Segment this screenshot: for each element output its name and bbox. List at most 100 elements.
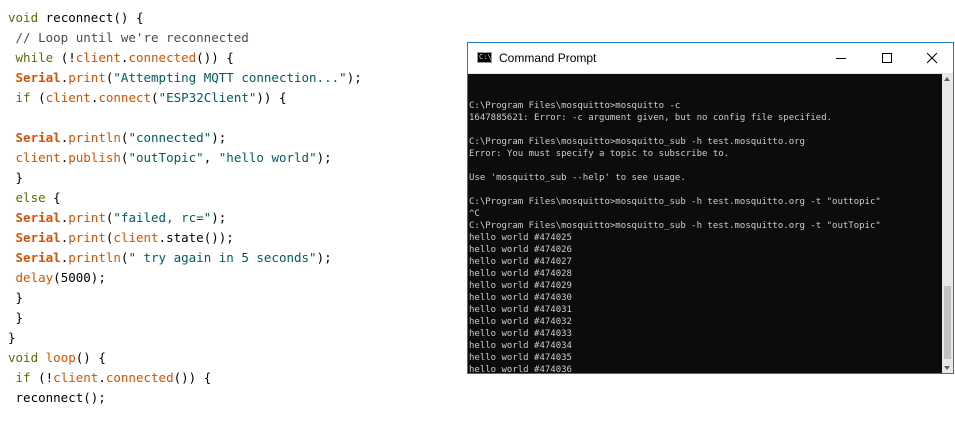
code-line: if (client.connect("ESP32Client")) { (8, 88, 287, 108)
console-line: C:\Program Files\mosquitto>mosquitto_sub… (469, 197, 881, 207)
code-token: } (8, 310, 24, 325)
code-token: , (203, 150, 219, 165)
code-token: print (68, 230, 106, 245)
code-token: "hello world" (218, 150, 317, 165)
console-line: C:\Program Files\mosquitto>mosquitto_sub… (469, 137, 805, 147)
code-line: } (8, 328, 16, 348)
code-line: Serial.print(client.state()); (8, 228, 234, 248)
code-token: // Loop until we're reconnected (8, 30, 249, 45)
console-line: hello world #474029 (469, 281, 572, 291)
title-bar[interactable]: C:\ Command Prompt (468, 43, 953, 74)
console-line: Error: You must specify a topic to subsc… (469, 149, 730, 159)
code-line: } (8, 168, 24, 188)
code-token: (! (53, 50, 76, 65)
code-token: "connected" (128, 130, 212, 145)
code-token: if (15, 90, 31, 105)
code-line: delay(5000); (8, 268, 106, 288)
console-line: hello world #474025 (469, 233, 572, 243)
console-line: hello world #474026 (469, 245, 572, 255)
code-token: .state()); (158, 230, 234, 245)
console-line: Use 'mosquitto_sub --help' to see usage. (469, 173, 686, 183)
code-line: void loop() { (8, 348, 106, 368)
console-line: ^C (469, 209, 480, 219)
code-token: Serial (15, 230, 61, 245)
command-prompt-window[interactable]: C:\ Command Prompt C:\Program Files\mosq… (467, 42, 954, 374)
code-token: publish (68, 150, 121, 165)
code-token: (5000); (53, 270, 106, 285)
code-line: } (8, 308, 24, 328)
scroll-up-arrow-icon[interactable] (944, 77, 950, 81)
code-token: { (45, 190, 61, 205)
code-line: Serial.println(" try again in 5 seconds"… (8, 248, 332, 268)
console-output[interactable]: C:\Program Files\mosquitto>mosquitto -c 1… (468, 74, 942, 373)
code-token: "Attempting MQTT connection..." (113, 70, 347, 85)
scroll-down-arrow-icon[interactable] (944, 366, 950, 370)
code-token: client (113, 230, 159, 245)
code-token: Serial (15, 130, 61, 145)
code-token: ); (346, 70, 362, 85)
code-token: if (15, 370, 31, 385)
code-token: connected (128, 50, 197, 65)
code-token: client (53, 370, 99, 385)
code-token: ); (316, 150, 332, 165)
code-line: client.publish("outTopic", "hello world"… (8, 148, 332, 168)
cmd-app-icon-text: C:\ (479, 53, 492, 61)
code-token: void (8, 10, 39, 25)
code-token: client (45, 90, 91, 105)
code-line: void reconnect() { (8, 8, 143, 28)
code-token: println (68, 130, 121, 145)
vertical-scrollbar[interactable] (942, 74, 953, 373)
code-token: ( (30, 90, 46, 105)
console-line: 1647885621: Error: -c argument given, bu… (469, 113, 833, 123)
code-token: "failed, rc=" (113, 210, 212, 225)
console-line: hello world #474033 (469, 329, 572, 339)
code-token: ); (316, 250, 332, 265)
close-button[interactable] (909, 43, 955, 73)
code-token: "outTopic" (128, 150, 204, 165)
code-token: Serial (15, 70, 61, 85)
code-token: connect (98, 90, 152, 105)
console-line: hello world #474030 (469, 293, 572, 303)
cmd-app-icon: C:\ (477, 52, 492, 63)
code-token: () { (75, 350, 106, 365)
code-token: client (15, 150, 61, 165)
maximize-button[interactable] (864, 43, 910, 73)
code-token: else (15, 190, 46, 205)
scroll-thumb[interactable] (944, 286, 951, 359)
code-line: Serial.print("Attempting MQTT connection… (8, 68, 362, 88)
code-line: if (!client.connected()) { (8, 368, 212, 388)
code-editor[interactable]: void reconnect() { // Loop until we're r… (0, 0, 470, 424)
code-token: delay (15, 270, 54, 285)
code-token: client (75, 50, 121, 65)
code-token: (! (30, 370, 54, 385)
code-token: reconnect(); (8, 390, 106, 405)
console-line: hello world #474034 (469, 341, 572, 351)
code-token: () { (113, 10, 144, 25)
code-token: println (68, 250, 121, 265)
console-line: hello world #474028 (469, 269, 572, 279)
console-line: C:\Program Files\mosquitto>mosquitto -c (469, 101, 681, 111)
code-token: print (68, 70, 106, 85)
console-line: C:\Program Files\mosquitto>mosquitto_sub… (469, 221, 881, 231)
code-token: } (8, 290, 24, 305)
code-line: // Loop until we're reconnected (8, 28, 249, 48)
code-token: ); (211, 210, 227, 225)
code-token: )) { (256, 90, 287, 105)
code-token: } (8, 170, 24, 185)
console-line: hello world #474027 (469, 257, 572, 267)
console-line: hello world #474035 (469, 353, 572, 363)
code-line: Serial.print("failed, rc="); (8, 208, 227, 228)
minimize-button[interactable] (818, 43, 864, 73)
code-token: ( (151, 90, 159, 105)
code-token: . (98, 370, 106, 385)
code-token: connected (105, 370, 174, 385)
window-title: Command Prompt (499, 51, 597, 65)
